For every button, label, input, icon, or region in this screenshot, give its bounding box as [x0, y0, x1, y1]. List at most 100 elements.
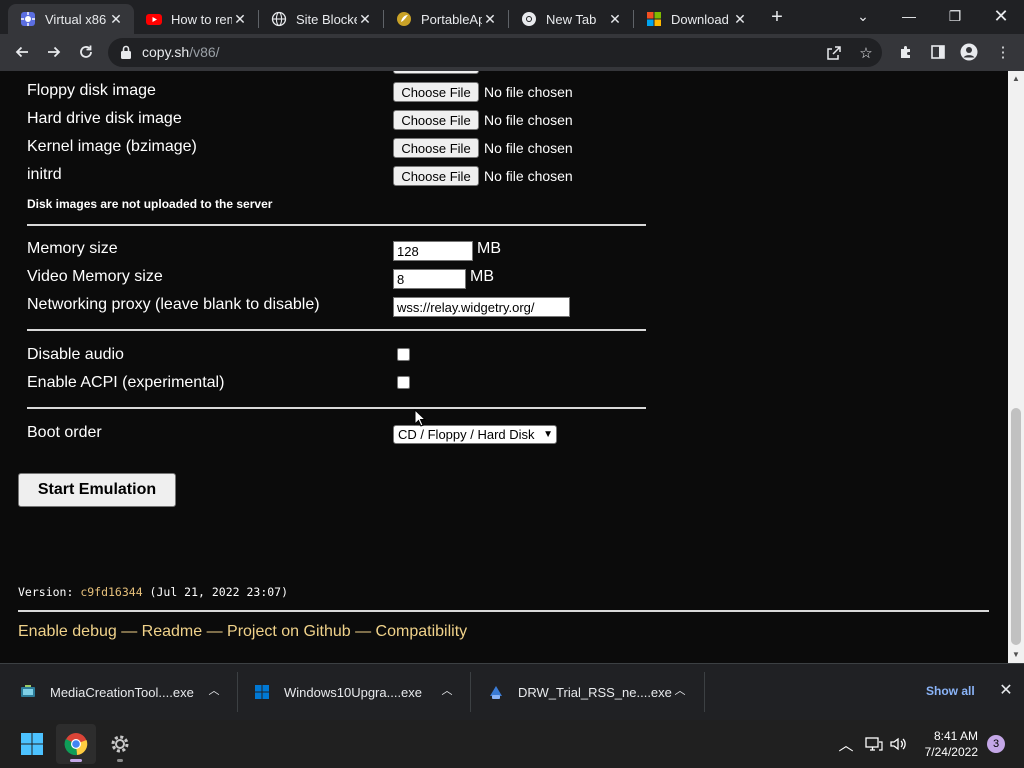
- hard-drive-file-status: No file chosen: [484, 112, 573, 128]
- disable-audio-label: Disable audio: [27, 346, 124, 363]
- v86-icon: [21, 12, 35, 26]
- notification-badge[interactable]: 3: [987, 735, 1005, 753]
- tab-portableapps[interactable]: PortableAp ✕: [384, 4, 508, 34]
- globe-icon: [271, 11, 287, 27]
- close-tab-icon[interactable]: ✕: [607, 11, 623, 28]
- bookmark-star-icon[interactable]: ☆: [856, 43, 876, 63]
- minimize-button[interactable]: —: [886, 0, 932, 32]
- proxy-label: Networking proxy (leave blank to disable…: [27, 296, 320, 313]
- floppy-choose-file-button[interactable]: Choose File: [393, 82, 479, 102]
- readme-link[interactable]: Readme: [142, 623, 202, 640]
- tab-title: New Tab: [546, 11, 597, 27]
- taskbar-chrome[interactable]: [56, 724, 96, 764]
- taskbar-clock[interactable]: 8:41 AM 7/24/2022: [918, 728, 978, 760]
- back-button[interactable]: [9, 39, 35, 65]
- menu-kebab-icon[interactable]: ⋮: [993, 42, 1013, 62]
- section-divider: [27, 329, 646, 331]
- youtube-icon: [146, 14, 162, 25]
- version-hash-link[interactable]: c9fd16344: [80, 585, 142, 599]
- video-memory-input[interactable]: [393, 269, 466, 289]
- download-item-drw-trial[interactable]: DRW_Trial_RSS_ne....exe: [488, 664, 698, 720]
- close-tab-icon[interactable]: ✕: [232, 11, 248, 28]
- tab-site-blocker[interactable]: Site Blocke ✕: [259, 4, 383, 34]
- extensions-icon[interactable]: [896, 42, 916, 62]
- scroll-up-arrow-icon[interactable]: ▲: [1008, 73, 1024, 85]
- forward-arrow-icon: [48, 46, 61, 58]
- chrome-icon: [522, 12, 536, 26]
- close-window-button[interactable]: ✕: [978, 0, 1024, 32]
- profile-avatar-icon[interactable]: [959, 42, 979, 62]
- restore-button[interactable]: ❐: [932, 0, 978, 32]
- memory-size-label: Memory size: [27, 240, 118, 257]
- close-tab-icon[interactable]: ✕: [108, 11, 124, 28]
- windows-start-icon: [21, 733, 43, 755]
- url-text: copy.sh/v86/: [142, 44, 220, 60]
- downloads-bar: MediaCreationTool....exe ︿ Windows10Upgr…: [0, 663, 1024, 720]
- taskbar-settings[interactable]: [100, 724, 140, 764]
- lock-icon[interactable]: [120, 45, 132, 59]
- boot-order-select[interactable]: CD / Floppy / Hard Disk ▼: [393, 425, 557, 444]
- acpi-checkbox[interactable]: [397, 376, 410, 389]
- video-memory-label: Video Memory size: [27, 268, 163, 285]
- memory-size-input[interactable]: [393, 241, 473, 261]
- proxy-input[interactable]: [393, 297, 570, 317]
- memory-unit: MB: [477, 240, 501, 257]
- enable-debug-link[interactable]: Enable debug: [18, 623, 117, 640]
- drw-installer-icon: [490, 686, 502, 699]
- kernel-choose-file-button[interactable]: Choose File: [393, 138, 479, 158]
- running-app-indicator: [117, 759, 123, 762]
- section-divider: [27, 224, 646, 226]
- reload-button[interactable]: [73, 39, 99, 65]
- browser-toolbar: copy.sh/v86/ ☆ ⋮: [0, 34, 1024, 71]
- hard-drive-choose-file-button[interactable]: Choose File: [393, 110, 479, 130]
- download-item-windows10upgrade[interactable]: Windows10Upgra....exe: [254, 664, 464, 720]
- kernel-file-status: No file chosen: [484, 140, 573, 156]
- chevron-up-icon[interactable]: ︿: [439, 682, 455, 700]
- scrollbar-thumb[interactable]: [1011, 408, 1021, 645]
- tab-how-to[interactable]: How to rem ✕: [134, 4, 258, 34]
- chrome-icon: [64, 733, 88, 756]
- version-line: Version: c9fd16344 (Jul 21, 2022 23:07): [18, 585, 289, 599]
- close-tab-icon[interactable]: ✕: [482, 11, 498, 28]
- tab-virtual-x86[interactable]: Virtual x86 ✕: [8, 4, 134, 34]
- start-emulation-button[interactable]: Start Emulation: [18, 473, 176, 507]
- github-link[interactable]: Project on Github: [227, 623, 351, 640]
- compatibility-link[interactable]: Compatibility: [376, 623, 468, 640]
- initrd-choose-file-button[interactable]: Choose File: [393, 166, 479, 186]
- address-bar[interactable]: copy.sh/v86/ ☆: [108, 38, 882, 67]
- portableapps-icon: [397, 12, 411, 26]
- disable-audio-checkbox[interactable]: [397, 348, 410, 361]
- close-tab-icon[interactable]: ✕: [732, 11, 748, 28]
- cdrom-choose-file-button[interactable]: [393, 71, 479, 74]
- disk-upload-note: Disk images are not uploaded to the serv…: [27, 197, 273, 211]
- show-hidden-icons-chevron-icon[interactable]: ︿: [836, 734, 856, 754]
- new-tab-button[interactable]: +: [766, 5, 788, 29]
- start-button[interactable]: [12, 724, 52, 764]
- download-filename: Windows10Upgra....exe: [284, 684, 423, 700]
- floppy-file-status: No file chosen: [484, 84, 573, 100]
- tab-title: Virtual x86: [45, 11, 107, 27]
- side-panel-icon[interactable]: [928, 42, 948, 62]
- video-memory-unit: MB: [470, 268, 494, 285]
- share-icon[interactable]: [824, 43, 844, 63]
- scroll-down-arrow-icon[interactable]: ▼: [1008, 649, 1024, 661]
- kernel-label: Kernel image (bzimage): [27, 138, 197, 155]
- tab-title: Site Blocke: [296, 11, 357, 27]
- chevron-up-icon[interactable]: ︿: [206, 682, 222, 700]
- tab-download[interactable]: Download ✕: [634, 4, 758, 34]
- tab-title: How to rem: [171, 11, 232, 27]
- tab-search-icon[interactable]: ⌄: [840, 0, 886, 32]
- windows-taskbar: ︿ 8:41 AM 7/24/2022 3: [0, 720, 1024, 768]
- volume-icon[interactable]: [888, 734, 908, 754]
- download-item-mediacreationtool[interactable]: MediaCreationTool....exe: [20, 664, 230, 720]
- tab-new-tab[interactable]: New Tab ✕: [509, 4, 633, 34]
- network-icon[interactable]: [864, 734, 884, 754]
- media-creation-tool-icon: [21, 685, 35, 697]
- initrd-file-status: No file chosen: [484, 168, 573, 184]
- chevron-up-icon[interactable]: ︿: [672, 682, 688, 700]
- forward-button[interactable]: [41, 39, 67, 65]
- tab-title: PortableAp: [421, 11, 482, 27]
- close-tab-icon[interactable]: ✕: [357, 11, 373, 28]
- close-downloads-bar-icon[interactable]: ✕: [996, 681, 1016, 701]
- show-all-downloads-link[interactable]: Show all: [926, 684, 975, 698]
